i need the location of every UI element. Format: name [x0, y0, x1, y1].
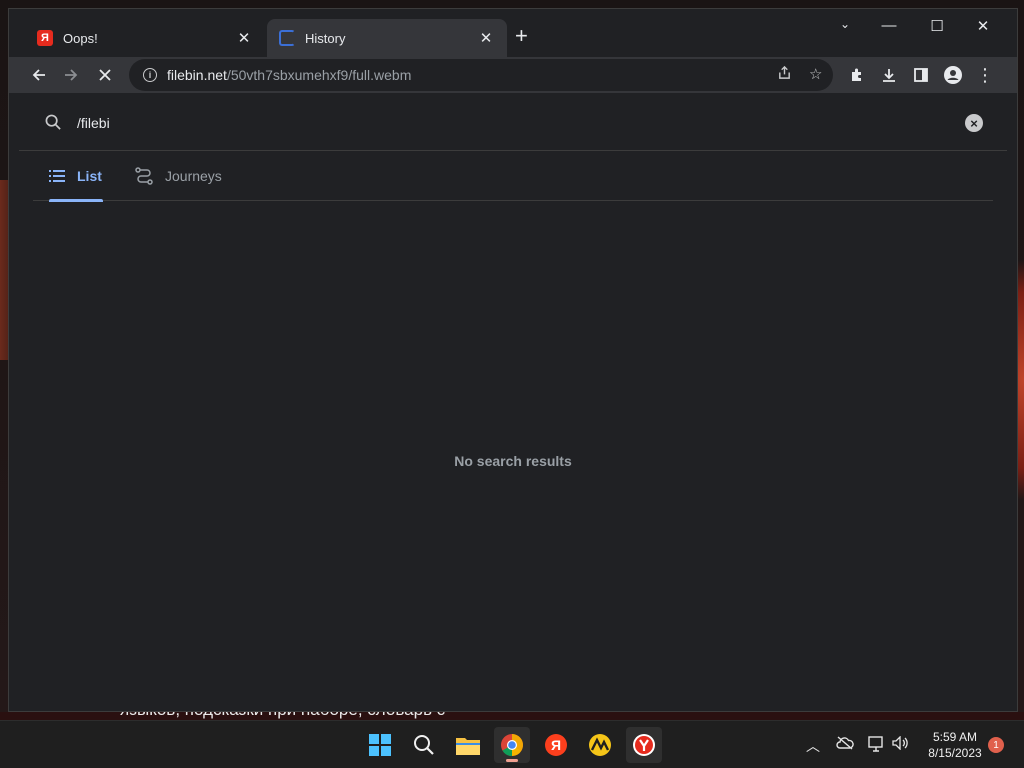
onedrive-offline-icon[interactable] [836, 736, 854, 753]
site-info-icon[interactable]: i [143, 68, 157, 82]
tab-journeys[interactable]: Journeys [135, 151, 222, 201]
active-app-indicator [506, 759, 518, 762]
browser-toolbar: i filebin.net/50vth7sbxumehxf9/full.webm… [9, 57, 1017, 93]
history-page: × List Journeys No search results [19, 93, 1007, 703]
search-icon [414, 735, 434, 755]
minimize-button[interactable]: — [875, 17, 903, 34]
list-icon [49, 170, 65, 182]
tab-active-underline [49, 199, 103, 202]
chrome-icon [501, 734, 523, 756]
download-icon[interactable] [877, 63, 901, 87]
profile-avatar-icon[interactable] [941, 63, 965, 87]
tab-journeys-label: Journeys [165, 168, 222, 184]
history-view-tabs: List Journeys [33, 151, 993, 202]
close-window-button[interactable]: ✕ [969, 17, 997, 35]
title-bar: Я Oops! ✕ History ✕ + ⌄ — ☐ ✕ [9, 9, 1017, 57]
empty-results-message: No search results [454, 453, 572, 469]
maximize-button[interactable]: ☐ [923, 17, 951, 35]
url-host: filebin.net [167, 67, 227, 83]
svg-text:Я: Я [551, 737, 561, 753]
forward-arrow-icon [65, 69, 78, 81]
forward-button[interactable] [59, 63, 83, 87]
network-icon[interactable] [868, 736, 886, 755]
yandex-browser-icon: Я [545, 734, 567, 756]
app-taskbar-button[interactable] [582, 727, 618, 763]
app-icon [589, 734, 611, 756]
volume-icon[interactable] [892, 735, 908, 753]
browser-window: Я Oops! ✕ History ✕ + ⌄ — ☐ ✕ i filebin.… [8, 8, 1018, 712]
bookmark-star-icon[interactable]: ☆ [809, 65, 822, 83]
tab-oops[interactable]: Я Oops! ✕ [25, 19, 265, 57]
side-panel-icon[interactable] [909, 63, 933, 87]
address-bar[interactable]: i filebin.net/50vth7sbxumehxf9/full.webm… [129, 59, 833, 91]
notification-badge[interactable]: 1 [988, 737, 1004, 753]
tab-title: Oops! [63, 30, 98, 46]
windows-start-button[interactable] [362, 727, 398, 763]
tab-list-label: List [77, 168, 102, 184]
clock-date: 8/15/2023 [928, 746, 982, 760]
extensions-icon[interactable] [845, 63, 869, 87]
chrome-taskbar-button[interactable] [494, 727, 530, 763]
history-search-input[interactable] [77, 113, 937, 133]
tab-search-chevron-icon[interactable]: ⌄ [831, 17, 859, 31]
file-explorer-button[interactable] [450, 727, 486, 763]
windows-start-icon [369, 734, 391, 756]
share-icon[interactable] [777, 65, 792, 84]
show-hidden-icons-chevron-icon[interactable]: ︿ [806, 736, 820, 756]
clock-time: 5:59 AM [932, 730, 978, 744]
taskbar: Я ︿ 5:59 AM 8/15/2023 1 [0, 720, 1024, 768]
new-tab-button[interactable]: + [515, 25, 528, 47]
yandex-browser-button[interactable]: Я [538, 727, 574, 763]
clear-search-button[interactable]: × [965, 114, 983, 132]
stop-icon [99, 69, 111, 81]
close-tab-icon[interactable]: ✕ [235, 29, 253, 47]
close-tab-icon[interactable]: ✕ [477, 29, 495, 47]
url-path: /50vth7sbxumehxf9/full.webm [226, 67, 412, 83]
system-clock[interactable]: 5:59 AM 8/15/2023 [920, 729, 990, 761]
taskbar-search-button[interactable] [406, 727, 442, 763]
history-search-bar: × [19, 93, 1007, 151]
back-arrow-icon [32, 69, 45, 81]
yandex-taskbar-button[interactable] [626, 727, 662, 763]
loading-spinner-icon [279, 30, 295, 46]
tab-list[interactable]: List [49, 151, 103, 202]
back-button[interactable] [27, 63, 51, 87]
tab-history[interactable]: History ✕ [267, 19, 507, 57]
search-icon [45, 114, 62, 136]
journeys-icon [135, 167, 153, 185]
stop-loading-button[interactable] [93, 63, 117, 87]
menu-kebab-icon[interactable]: ⋮ [973, 63, 997, 87]
yandex-icon: Я [37, 30, 53, 46]
yandex-icon [633, 734, 655, 756]
tab-title: History [305, 30, 346, 46]
file-explorer-icon [456, 738, 480, 755]
